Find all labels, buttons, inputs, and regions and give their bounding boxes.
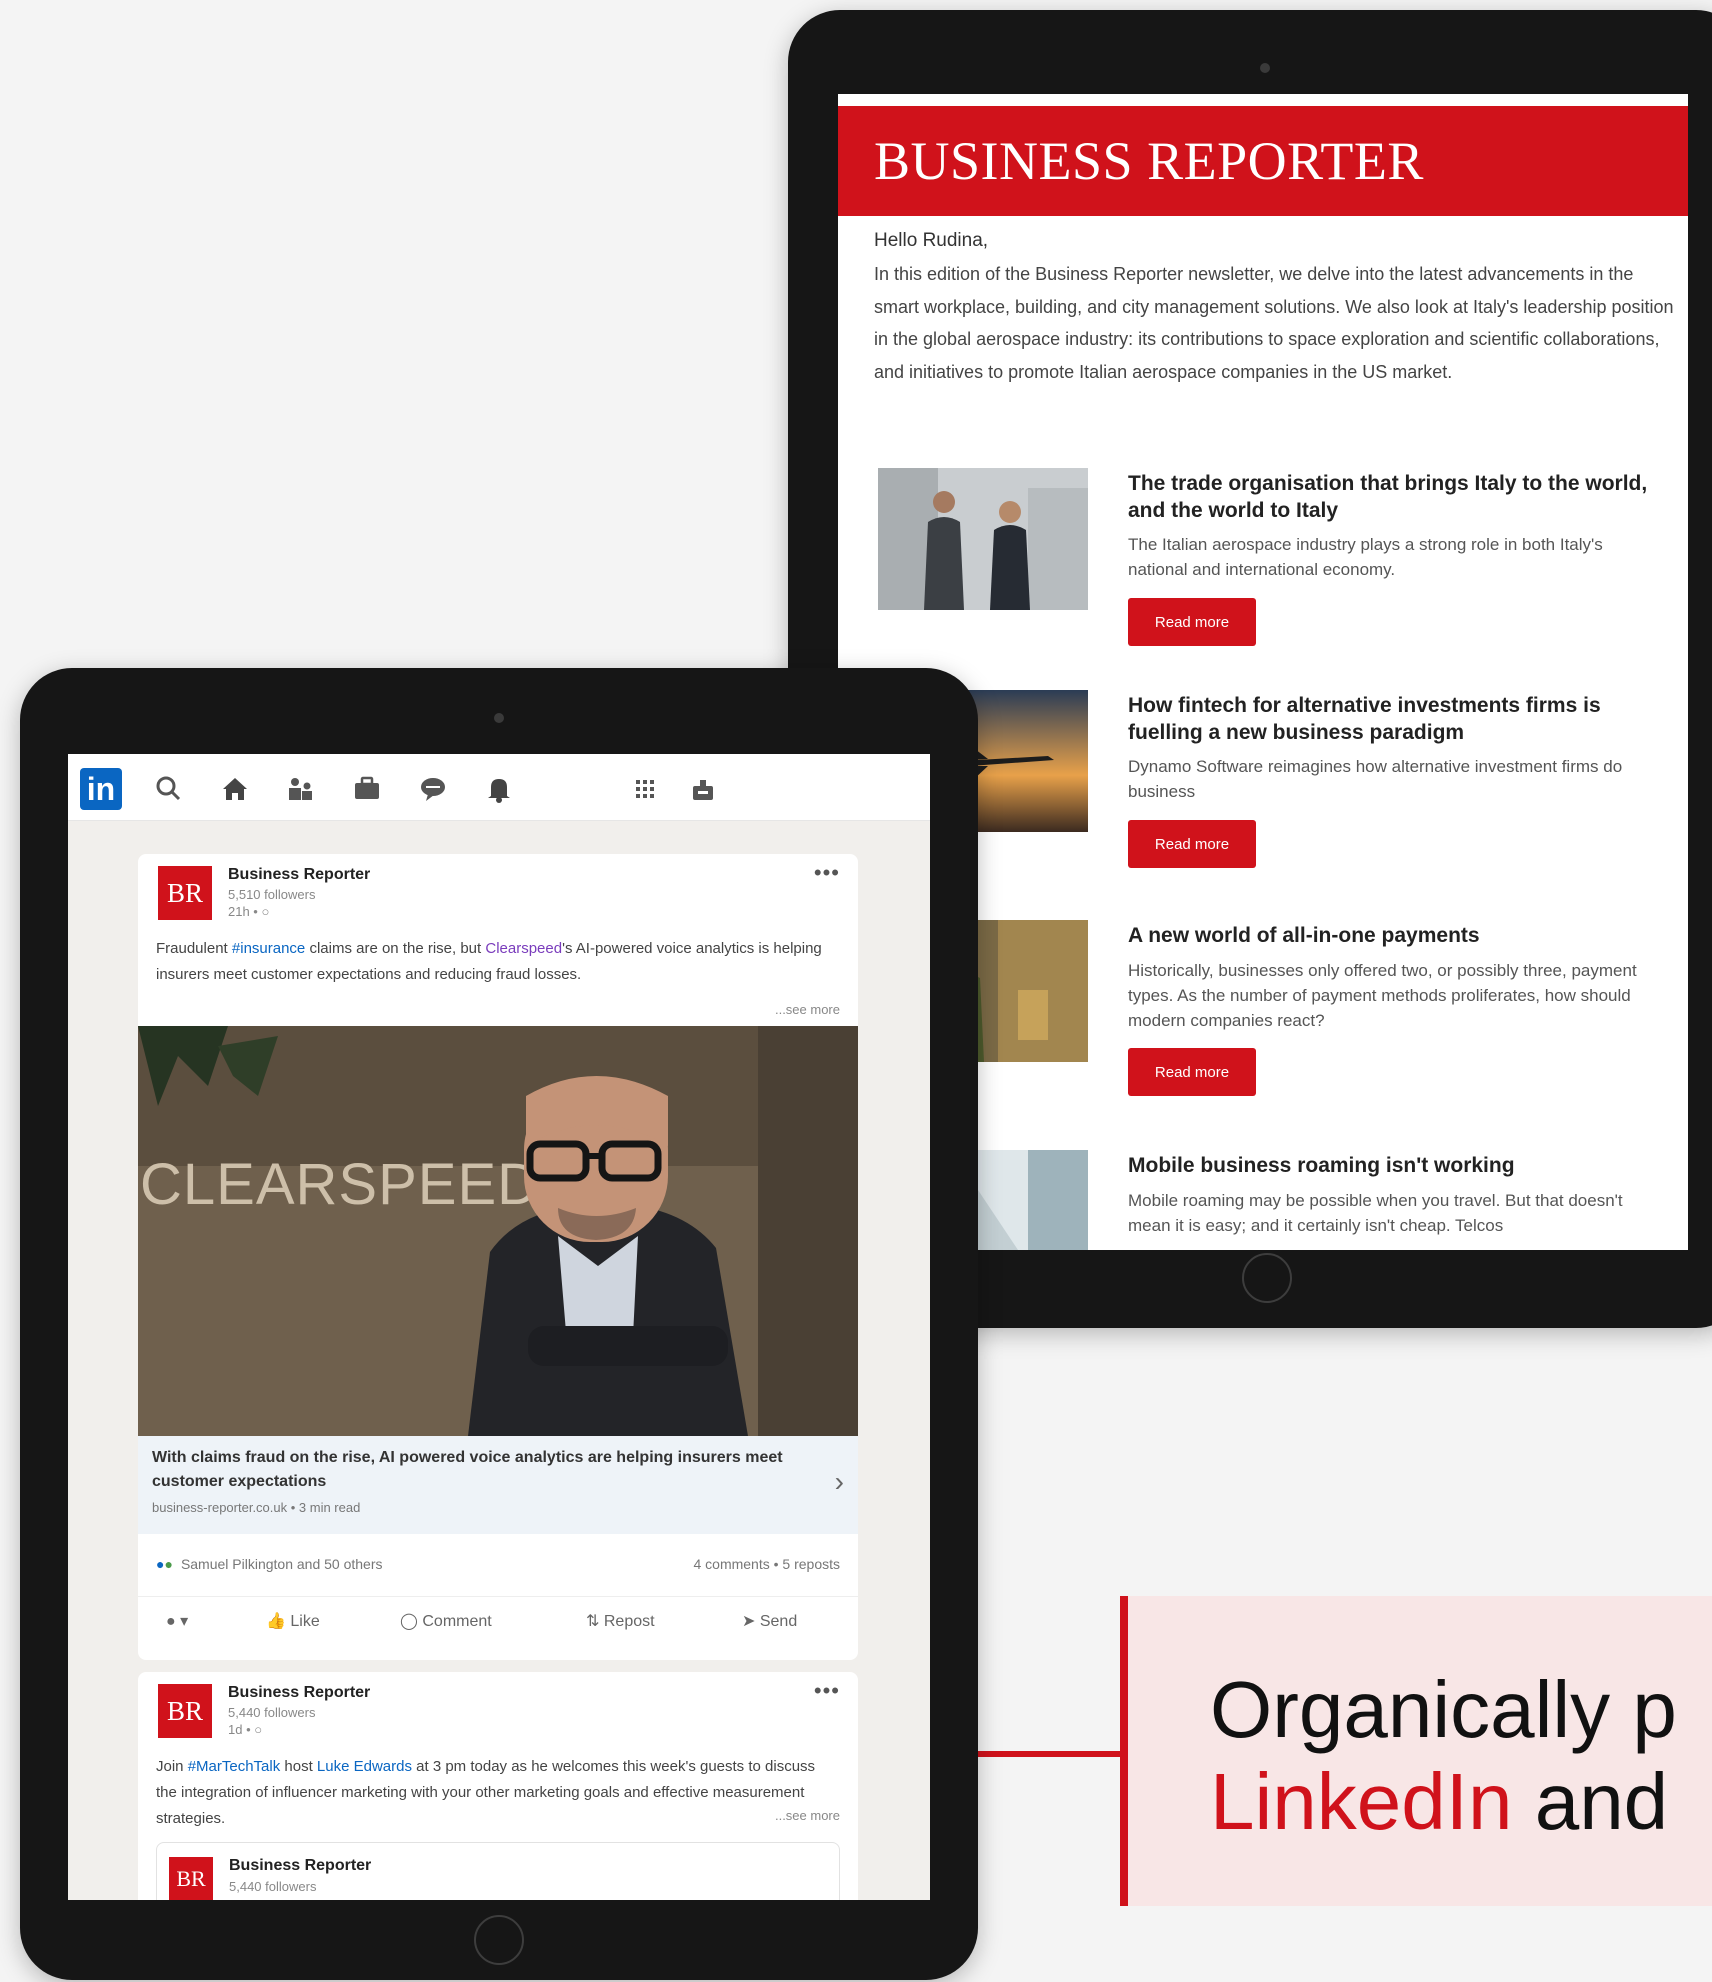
- callout-accent: LinkedIn: [1210, 1757, 1513, 1846]
- post-time-text: 21h •: [228, 904, 262, 919]
- jobs-icon[interactable]: [346, 768, 388, 810]
- post-text-part: Fraudulent: [156, 940, 232, 957]
- link-preview[interactable]: With claims fraud on the rise, AI powere…: [138, 1436, 858, 1534]
- embedded-post[interactable]: BR Business Reporter 5,440 followers: [156, 1842, 840, 1900]
- notifications-icon[interactable]: [478, 768, 520, 810]
- search-icon[interactable]: [148, 768, 190, 810]
- linkedin-nav-bar: in: [68, 754, 930, 821]
- company-name[interactable]: Business Reporter: [229, 1857, 371, 1875]
- mention-link[interactable]: Luke Edwards: [317, 1758, 412, 1775]
- linkedin-tablet-frame: in BR Business Reporter 5,510 followers …: [20, 668, 978, 1980]
- comment-label: Comment: [422, 1613, 492, 1630]
- feed-post: BR Business Reporter 5,440 followers 1d …: [138, 1672, 858, 1900]
- callout-connector: [978, 1751, 1128, 1757]
- company-logo[interactable]: BR: [169, 1857, 213, 1900]
- more-options-button[interactable]: •••: [814, 860, 840, 886]
- globe-icon: ○: [261, 904, 270, 919]
- read-more-button[interactable]: Read more: [1128, 820, 1256, 868]
- camera-icon: [1260, 63, 1270, 73]
- send-button[interactable]: ➤ Send: [742, 1611, 797, 1631]
- my-network-icon[interactable]: [280, 768, 322, 810]
- post-text: Fraudulent #insurance claims are on the …: [156, 936, 840, 988]
- chevron-right-icon[interactable]: ›: [835, 1466, 844, 1498]
- comment-button[interactable]: ◯ Comment: [400, 1611, 492, 1631]
- repost-label: Repost: [603, 1613, 655, 1630]
- mention-link[interactable]: Clearspeed: [485, 940, 562, 957]
- article-title[interactable]: The trade organisation that brings Italy…: [1128, 470, 1648, 524]
- reactions-text: Samuel Pilkington and 50 others: [180, 1556, 383, 1572]
- read-more-button[interactable]: Read more: [1128, 1048, 1256, 1096]
- article-card: The trade organisation that brings Italy…: [838, 468, 1688, 658]
- repost-button[interactable]: ⇅ Repost: [586, 1611, 655, 1631]
- reactions-summary[interactable]: ●● Samuel Pilkington and 50 others: [156, 1556, 383, 1572]
- article-image-businessmen[interactable]: [878, 468, 1088, 610]
- callout-line-2: LinkedIn and: [1210, 1756, 1668, 1848]
- advertise-icon[interactable]: [682, 768, 724, 810]
- like-icon: 👍: [266, 1613, 291, 1630]
- link-preview-source: business-reporter.co.uk • 3 min read: [152, 1500, 361, 1515]
- see-more-link[interactable]: ...see more: [775, 1808, 840, 1823]
- engagement-counts[interactable]: 4 comments • 5 reposts: [693, 1556, 840, 1572]
- follower-count: 5,440 followers: [228, 1705, 316, 1720]
- messaging-icon[interactable]: [412, 768, 454, 810]
- newsletter-brand: BUSINESS REPORTER: [874, 131, 1424, 191]
- camera-icon: [494, 713, 504, 723]
- article-description: The Italian aerospace industry plays a s…: [1128, 535, 1603, 579]
- post-time-text: 1d •: [228, 1722, 255, 1737]
- hashtag-link[interactable]: #MarTechTalk: [188, 1758, 281, 1775]
- follower-count: 5,510 followers: [228, 887, 316, 902]
- post-photo[interactable]: CLEARSPEED: [138, 1026, 858, 1436]
- like-button[interactable]: 👍 Like: [266, 1611, 320, 1631]
- comment-icon: ◯: [400, 1613, 423, 1630]
- article-title[interactable]: How fintech for alternative investments …: [1128, 692, 1648, 746]
- company-name[interactable]: Business Reporter: [228, 1684, 370, 1702]
- follower-count: 5,440 followers: [229, 1879, 317, 1894]
- home-button[interactable]: [474, 1915, 524, 1965]
- article-description: Dynamo Software reimagines how alternati…: [1128, 757, 1623, 801]
- post-text-part: claims are on the rise, but: [305, 940, 486, 957]
- post-time: 1d • ○: [228, 1722, 262, 1737]
- repost-icon: ⇅: [586, 1613, 604, 1630]
- post-time: 21h • ○: [228, 904, 269, 919]
- callout-line-1: Organically p: [1210, 1665, 1677, 1754]
- apps-grid-icon[interactable]: [624, 768, 666, 810]
- send-label: Send: [759, 1613, 798, 1630]
- company-name[interactable]: Business Reporter: [228, 866, 370, 884]
- like-label: Like: [290, 1613, 320, 1630]
- post-actions: ● ▾ 👍 Like ◯ Comment ⇅ Repost ➤ Send: [138, 1596, 858, 1657]
- article-title[interactable]: A new world of all-in-one payments: [1128, 922, 1648, 949]
- newsletter-greeting: Hello Rudina,: [874, 230, 989, 251]
- hashtag-link[interactable]: #insurance: [232, 940, 305, 957]
- link-preview-title[interactable]: With claims fraud on the rise, AI powere…: [152, 1446, 812, 1494]
- read-more-button[interactable]: Read more: [1128, 598, 1256, 646]
- company-logo[interactable]: BR: [158, 1684, 212, 1738]
- avatar-selector[interactable]: ● ▾: [166, 1611, 188, 1631]
- globe-icon: ○: [254, 1722, 263, 1737]
- see-more-link[interactable]: ...see more: [775, 1002, 840, 1017]
- company-logo[interactable]: BR: [158, 866, 212, 920]
- linkedin-logo[interactable]: in: [80, 768, 122, 810]
- home-icon[interactable]: [214, 768, 256, 810]
- reaction-icons: ●: [164, 1556, 173, 1572]
- feed-post: BR Business Reporter 5,510 followers 21h…: [138, 854, 858, 1660]
- more-options-button[interactable]: •••: [814, 1678, 840, 1704]
- post-text-part: Join: [156, 1758, 188, 1775]
- post-text-part: host: [280, 1758, 317, 1775]
- newsletter-header: BUSINESS REPORTER: [838, 106, 1688, 216]
- article-description: Historically, businesses only offered tw…: [1128, 961, 1637, 1030]
- callout-line-2-rest: and: [1512, 1757, 1669, 1846]
- home-button[interactable]: [1242, 1253, 1292, 1303]
- article-description: Mobile roaming may be possible when you …: [1128, 1191, 1623, 1235]
- photo-wall-text: CLEARSPEED: [140, 1152, 540, 1217]
- send-icon: ➤: [742, 1613, 760, 1630]
- linkedin-screen: in BR Business Reporter 5,510 followers …: [68, 754, 930, 1900]
- callout-box: Organically p LinkedIn and: [1120, 1596, 1712, 1906]
- post-text: Join #MarTechTalk host Luke Edwards at 3…: [156, 1754, 840, 1832]
- newsletter-intro: In this edition of the Business Reporter…: [874, 264, 1674, 382]
- article-title[interactable]: Mobile business roaming isn't working: [1128, 1152, 1648, 1179]
